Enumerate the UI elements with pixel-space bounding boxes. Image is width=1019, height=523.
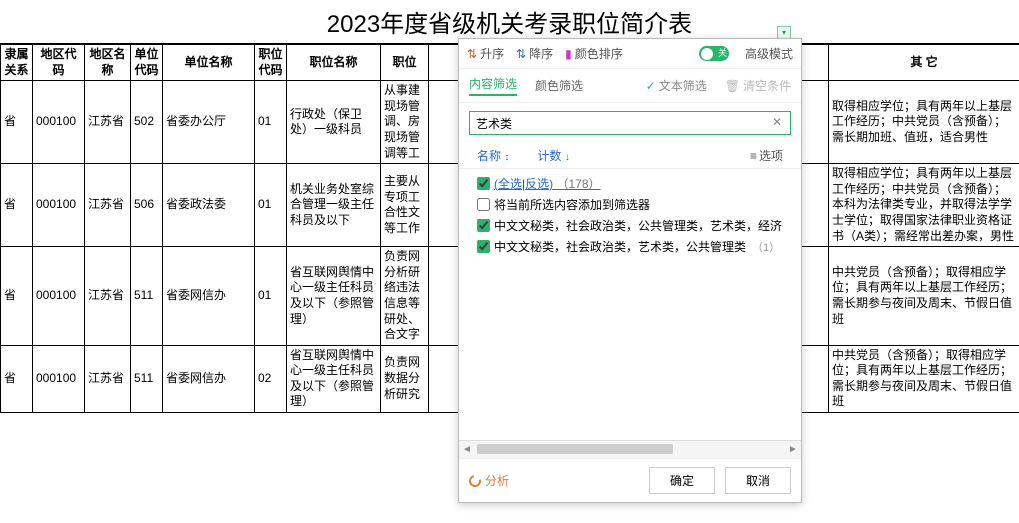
filter-item[interactable]: 中文文秘类，社会政治类，艺术类，公共管理类 （1） (477, 236, 791, 257)
cell[interactable]: 省互联网舆情中心一级主任科员及以下（参照管理） (287, 345, 381, 412)
advanced-mode-toggle[interactable]: 关 (699, 46, 729, 61)
cell[interactable]: 省委网信办 (163, 247, 255, 346)
cell[interactable]: 江苏省 (85, 247, 131, 346)
filter-item-label: 中文文秘类，社会政治类，艺术类，公共管理类 (494, 238, 746, 255)
tab-color-filter[interactable]: 颜色筛选 (535, 77, 583, 94)
cell[interactable]: 02 (255, 345, 287, 412)
cell[interactable]: 中共党员（含预备）；取得相应学位；具有两年以上基层工作经历；需长期参与夜间及周末… (829, 345, 1019, 412)
sort-by-name[interactable]: 名称 ↕ (477, 147, 509, 164)
filter-item-checkbox[interactable] (477, 219, 490, 232)
add-to-filter-checkbox[interactable] (477, 198, 490, 211)
cell[interactable]: 取得相应学位；具有两年以上基层工作经历；中共党员（含预备）；需长期加班、值班，适… (829, 81, 1019, 164)
col-header[interactable]: 职位名称 (287, 45, 381, 81)
cell[interactable]: 省 (1, 81, 33, 164)
analyze-icon (467, 472, 483, 488)
sort-asc-button[interactable]: ⇅ 升序 (467, 45, 504, 62)
cell[interactable]: 江苏省 (85, 164, 131, 247)
col-header[interactable]: 职位 (381, 45, 429, 81)
cell[interactable]: 省委办公厅 (163, 81, 255, 164)
add-to-filter-row[interactable]: 将当前所选内容添加到筛选器 (477, 194, 791, 215)
cell[interactable]: 511 (131, 247, 163, 346)
scroll-left-icon[interactable]: ◄ (459, 441, 475, 459)
cell[interactable]: 江苏省 (85, 345, 131, 412)
col-header[interactable]: 地区代码 (33, 45, 85, 81)
sort-desc-icon: ⇅ (516, 47, 526, 61)
cell[interactable]: 行政处（保卫处）一级科员 (287, 81, 381, 164)
cell[interactable]: 中共党员（含预备）；取得相应学位；具有两年以上基层工作经历；需长期参与夜间及周末… (829, 247, 1019, 346)
col-header[interactable]: 单位名称 (163, 45, 255, 81)
col-header[interactable]: 隶属关系 (1, 45, 33, 81)
ok-button[interactable]: 确定 (649, 467, 715, 494)
text-filter-button[interactable]: ✓ 文本筛选 (646, 77, 707, 94)
cell[interactable]: 从事建 现场管 调、房 现场管 调等工 (381, 81, 429, 164)
cell[interactable]: 省互联网舆情中心一级主任科员及以下（参照管理） (287, 247, 381, 346)
cell[interactable]: 负责网 数据分析研究 (381, 345, 429, 412)
cell[interactable]: 省委政法委 (163, 164, 255, 247)
col-header[interactable]: 单位代码 (131, 45, 163, 81)
cell[interactable]: 机关业务处室综合管理一级主任科员及以下 (287, 164, 381, 247)
trash-icon: 🗑 (725, 79, 740, 93)
filter-tabs: 内容筛选 颜色筛选 ✓ 文本筛选 🗑 清空条件 (459, 69, 801, 103)
scroll-right-icon[interactable]: ► (785, 441, 801, 459)
filter-hscrollbar[interactable]: ◄ ► (459, 440, 801, 458)
color-sort-icon: ▮ (565, 47, 572, 61)
hamburger-icon: ≡ (750, 149, 757, 163)
text-filter-icon: ✓ (646, 79, 656, 93)
cancel-button[interactable]: 取消 (725, 467, 791, 494)
clear-conditions-button[interactable]: 🗑 清空条件 (725, 77, 791, 94)
cell[interactable]: 000100 (33, 164, 85, 247)
tab-content-filter[interactable]: 内容筛选 (469, 75, 517, 96)
filter-footer: 分析 确定 取消 (459, 458, 801, 502)
sort-desc-button[interactable]: ⇅ 降序 (516, 45, 553, 62)
select-all-row[interactable]: (全选|反选) （178） (477, 173, 791, 194)
filter-item[interactable]: 中文文秘类，社会政治类，公共管理类，艺术类，经济 (477, 215, 791, 236)
cell[interactable]: 502 (131, 81, 163, 164)
cell[interactable]: 江苏省 (85, 81, 131, 164)
cell[interactable]: 省 (1, 345, 33, 412)
sort-asc-icon: ⇅ (467, 47, 477, 61)
col-header[interactable]: 其 它 (829, 45, 1019, 81)
color-sort-button[interactable]: ▮ 颜色排序 (565, 45, 623, 62)
filter-panel: ⇅ 升序 ⇅ 降序 ▮ 颜色排序 关 高级模式 内容筛选 颜色筛选 ✓ 文本筛选… (458, 38, 802, 503)
filter-toolbar: ⇅ 升序 ⇅ 降序 ▮ 颜色排序 关 高级模式 (459, 39, 801, 69)
cell[interactable]: 000100 (33, 81, 85, 164)
clear-search-icon[interactable]: ✕ (769, 115, 785, 131)
advanced-mode-label: 高级模式 (745, 45, 793, 62)
analyze-button[interactable]: 分析 (469, 472, 509, 489)
cell[interactable]: 01 (255, 247, 287, 346)
cell[interactable]: 506 (131, 164, 163, 247)
filter-item-label: 中文文秘类，社会政治类，公共管理类，艺术类，经济 (494, 217, 782, 234)
list-options-button[interactable]: ≡ 选项 (750, 147, 783, 164)
cell[interactable]: 000100 (33, 345, 85, 412)
filter-item-checkbox[interactable] (477, 240, 490, 253)
cell[interactable]: 取得相应学位；具有两年以上基层工作经历；中共党员（含预备）；本科为法律类专业，并… (829, 164, 1019, 247)
col-header[interactable]: 职位代码 (255, 45, 287, 81)
cell[interactable]: 01 (255, 164, 287, 247)
col-header[interactable]: 地区名称 (85, 45, 131, 81)
filter-list-header: 名称 ↕ 计数 ↓ ≡ 选项 (459, 143, 801, 169)
filter-item-count: （1） (752, 239, 780, 255)
cell[interactable]: 000100 (33, 247, 85, 346)
filter-item-list: (全选|反选) （178） 将当前所选内容添加到筛选器 中文文秘类，社会政治类，… (459, 169, 801, 440)
cell[interactable]: 511 (131, 345, 163, 412)
sort-by-count[interactable]: 计数 ↓ (537, 147, 569, 164)
filter-search: ✕ (459, 103, 801, 143)
cell[interactable]: 省 (1, 247, 33, 346)
filter-search-input[interactable] (469, 111, 791, 135)
cell[interactable]: 01 (255, 81, 287, 164)
cell[interactable]: 主要从 专项工 合性文 等工作 (381, 164, 429, 247)
cell[interactable]: 省委网信办 (163, 345, 255, 412)
cell[interactable]: 省 (1, 164, 33, 247)
cell[interactable]: 负责网 分析研 络违法 信息等 研处、 合文字 (381, 247, 429, 346)
select-all-checkbox[interactable] (477, 177, 490, 190)
